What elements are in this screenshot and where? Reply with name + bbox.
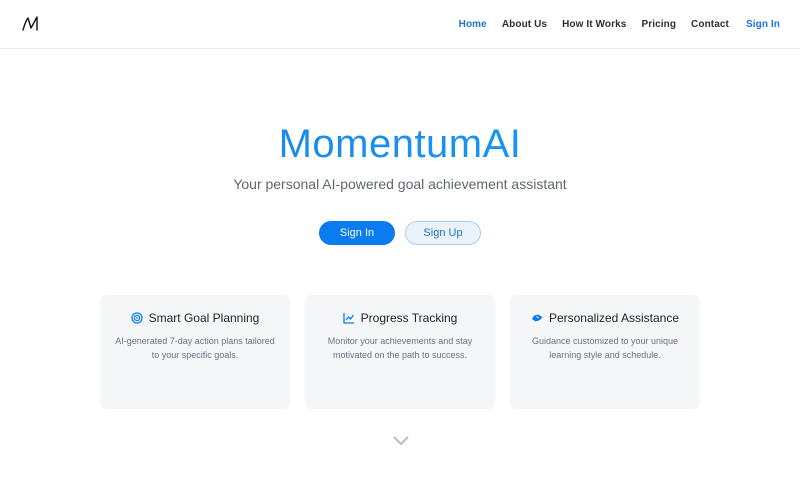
nav-pricing-link[interactable]: Pricing — [641, 19, 676, 30]
feature-card-header: Smart Goal Planning — [100, 310, 290, 326]
momentum-logo-icon[interactable] — [22, 15, 40, 33]
chevron-down-icon[interactable] — [393, 433, 409, 445]
hands-helping-icon — [531, 312, 543, 324]
nav-about-link[interactable]: About Us — [502, 19, 547, 30]
feature-title: Smart Goal Planning — [148, 311, 260, 325]
chart-line-icon — [342, 312, 355, 324]
nav-contact-link[interactable]: Contact — [691, 19, 729, 30]
feature-card-header: Personalized Assistance — [510, 310, 700, 326]
feature-card-personalized-assistance: Personalized Assistance Guidance customi… — [510, 295, 700, 409]
top-navbar: Home About Us How It Works Pricing Conta… — [0, 0, 800, 49]
nav-home-link[interactable]: Home — [459, 19, 487, 30]
feature-title: Progress Tracking — [360, 311, 458, 325]
feature-description: AI-generated 7-day action plans tailored… — [115, 336, 275, 360]
features-section: Smart Goal Planning AI-generated 7-day a… — [100, 295, 700, 409]
hero-cta-group: Sign In Sign Up — [0, 221, 800, 245]
feature-description: Monitor your achievements and stay motiv… — [327, 336, 473, 360]
feature-card-goal-planning: Smart Goal Planning AI-generated 7-day a… — [100, 295, 290, 409]
nav-signin-link[interactable]: Sign In — [746, 19, 780, 30]
hero-section: MomentumAI Your personal AI-powered goal… — [0, 118, 800, 245]
feature-title: Personalized Assistance — [548, 311, 680, 325]
nav-how-it-works-link[interactable]: How It Works — [562, 19, 626, 30]
main-menu: Home About Us How It Works Pricing Conta… — [459, 19, 780, 30]
feature-description: Guidance customized to your unique learn… — [531, 336, 679, 360]
signin-button[interactable]: Sign In — [319, 221, 395, 245]
target-icon — [130, 312, 143, 324]
hero-title: MomentumAI — [0, 118, 800, 170]
hero-tagline: Your personal AI-powered goal achievemen… — [233, 176, 567, 192]
signup-button[interactable]: Sign Up — [405, 221, 481, 245]
feature-card-progress-tracking: Progress Tracking Monitor your achieveme… — [305, 295, 495, 409]
feature-card-header: Progress Tracking — [305, 310, 495, 326]
